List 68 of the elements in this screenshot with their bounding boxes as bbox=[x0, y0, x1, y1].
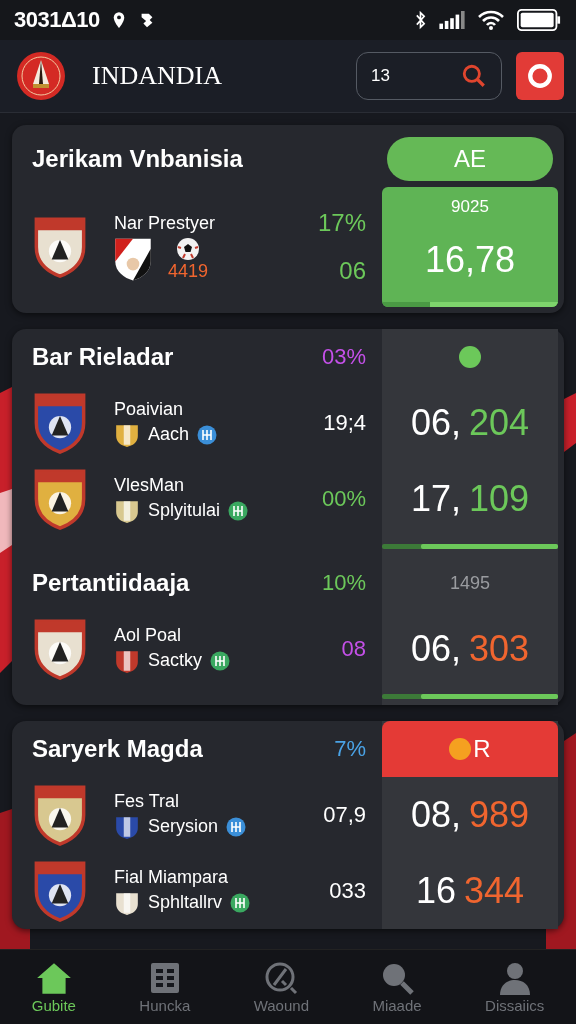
search-field[interactable]: 13 bbox=[356, 52, 502, 100]
team-name: Aach bbox=[148, 424, 190, 445]
team-crest-icon bbox=[32, 617, 88, 681]
team-name: Sphltallrv bbox=[148, 892, 223, 913]
round-badge-icon bbox=[228, 500, 249, 521]
score-text: 4419 bbox=[168, 260, 209, 282]
total-score: 06, 303 bbox=[410, 628, 530, 670]
section-title: Saryerk Magda bbox=[32, 735, 204, 763]
signal-icon bbox=[438, 11, 466, 29]
round-badge-icon bbox=[226, 816, 247, 837]
total-score: 08, 989 bbox=[410, 794, 530, 836]
player-name: VlesMan bbox=[114, 474, 186, 496]
section-title: Pertantiidaaja bbox=[32, 569, 191, 597]
round-badge-icon bbox=[210, 650, 231, 671]
status-time: 3031Δ10 bbox=[14, 7, 100, 33]
nav-tab[interactable]: Miaade bbox=[372, 960, 422, 1014]
nav-tab[interactable]: Gubite bbox=[31, 960, 76, 1014]
nav-tab[interactable]: Huncka bbox=[139, 960, 191, 1014]
stat-value: 19;4 bbox=[323, 410, 366, 436]
round-badge-icon bbox=[197, 424, 218, 445]
stat-value: 08 bbox=[341, 636, 366, 662]
record-button[interactable] bbox=[516, 52, 564, 100]
team-name: Splyitulai bbox=[148, 500, 221, 521]
nav-tab[interactable]: Waound bbox=[253, 960, 309, 1014]
round-badge-icon bbox=[230, 892, 251, 913]
compass-icon bbox=[264, 960, 299, 995]
nav-tab[interactable]: Dissaiics bbox=[485, 960, 545, 1014]
player-name: Fes Tral bbox=[114, 790, 180, 812]
stat-value: 07,9 bbox=[323, 802, 366, 828]
panel-label: 9025 bbox=[451, 197, 489, 217]
app-title: INDANDIA bbox=[92, 61, 222, 91]
wifi-icon bbox=[478, 10, 504, 30]
team-crest-icon bbox=[32, 215, 88, 279]
bluetooth-icon bbox=[415, 10, 426, 30]
percent-text: 10% bbox=[321, 570, 366, 596]
section-title: Bar Rieladar bbox=[32, 343, 175, 371]
status-badge: AE bbox=[387, 137, 553, 181]
stat-value: 00% bbox=[321, 486, 366, 512]
person-icon bbox=[497, 960, 532, 995]
alert-text: R bbox=[473, 735, 491, 763]
record-icon bbox=[527, 63, 553, 89]
player-name: Aol Poal bbox=[114, 624, 183, 646]
location-pin-icon bbox=[111, 11, 126, 29]
grid-icon bbox=[149, 960, 180, 995]
team-name: Sactky bbox=[148, 650, 203, 671]
player-name: Fial Miampara bbox=[114, 866, 230, 888]
team-crest-icon bbox=[32, 859, 88, 923]
stat-value: 06 bbox=[339, 257, 366, 285]
player-name: Poaivian bbox=[114, 398, 185, 420]
player-name: Nar Prestyer bbox=[114, 212, 217, 234]
total-score: 16,78 bbox=[424, 238, 516, 281]
search-icon[interactable] bbox=[461, 63, 487, 89]
panel-label: 1495 bbox=[449, 572, 490, 594]
battery-icon bbox=[516, 9, 562, 31]
stat-value: 033 bbox=[329, 878, 366, 904]
total-score: 06, 204 bbox=[410, 402, 530, 444]
total-score: 16 344 bbox=[415, 870, 525, 912]
team-crest-icon bbox=[32, 783, 88, 847]
section-title: Jerikam Vnbanisia bbox=[32, 145, 244, 173]
logo-icon bbox=[16, 51, 66, 101]
team-crest-icon bbox=[32, 391, 88, 455]
team-crest-icon bbox=[32, 467, 88, 531]
total-score: 17, 109 bbox=[410, 478, 530, 520]
percent-text: 7% bbox=[334, 736, 366, 762]
percent-text: 03% bbox=[321, 344, 366, 370]
stat-value: 17% bbox=[317, 209, 366, 237]
ball-icon bbox=[176, 236, 200, 261]
team-name: Serysion bbox=[148, 816, 219, 837]
